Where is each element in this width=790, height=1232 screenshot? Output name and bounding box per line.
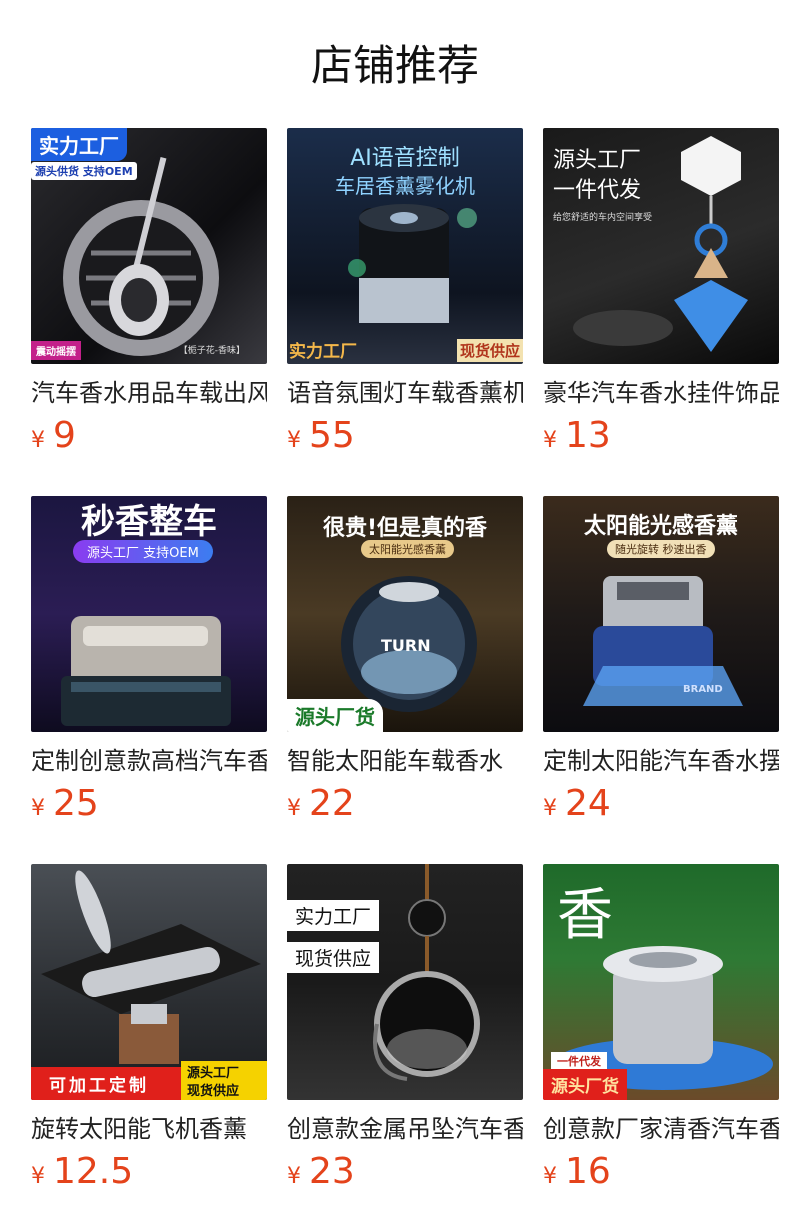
product-price: ¥25 [31, 782, 267, 826]
product-price: ¥12.5 [31, 1150, 267, 1194]
product-image[interactable]: 实力工厂 现货供应 [287, 864, 523, 1100]
currency-symbol: ¥ [31, 428, 45, 453]
headline-glyph: 香 [557, 883, 613, 948]
product-price: ¥22 [287, 782, 523, 826]
currency-symbol: ¥ [543, 428, 557, 453]
product-name[interactable]: 旋转太阳能飞机香薰 [31, 1112, 267, 1146]
product-name[interactable]: 创意款厂家清香汽车香水 [543, 1112, 779, 1146]
price-value: 55 [309, 415, 355, 456]
currency-symbol: ¥ [31, 796, 45, 821]
badge: 可加工定制 [31, 1067, 181, 1100]
product-image[interactable]: 太阳能光感香薰 随光旋转 秒速出香 BRAND [543, 496, 779, 732]
badge: 实力工厂 [287, 900, 380, 931]
badge: 太阳能光感香薰 [361, 540, 454, 558]
caption: 给您舒适的车内空间享受 [553, 213, 653, 223]
badge: 现货供应 [287, 942, 380, 973]
badge: 现货供应 [456, 339, 523, 362]
headline: 太阳能光感香薰 [583, 514, 738, 539]
product-price: ¥13 [543, 414, 779, 458]
product-name[interactable]: 定制创意款高档汽车香水 [31, 744, 267, 778]
currency-symbol: ¥ [287, 796, 301, 821]
badge: 一件代发 [551, 1052, 607, 1070]
product-price: ¥16 [543, 1150, 779, 1194]
badge: 现货供应 [181, 1079, 267, 1100]
product-card[interactable]: 实力工厂 现货供应 创意款金属吊坠汽车香水 ¥23 [287, 864, 523, 1232]
product-grid: 实力工厂 源头供货 支持OEM 震动摇摆 【栀子花-香味】 汽车香水用品车载出风… [31, 128, 779, 1232]
brand-label: BRAND [683, 684, 723, 695]
badge: 源头厂货 [287, 699, 383, 732]
product-card[interactable]: 香 一件代发 源头厂货 创意款厂家清香汽车香水 ¥16 [543, 864, 779, 1232]
product-card[interactable]: 秒香整车 源头工厂 支持OEM 定制创意款高档汽车香水 ¥25 [31, 496, 267, 864]
product-card[interactable]: 源头工厂 一件代发 给您舒适的车内空间享受 豪华汽车香水挂件饰品 ¥13 [543, 128, 779, 496]
product-name[interactable]: 智能太阳能车载香水 [287, 744, 523, 778]
currency-symbol: ¥ [31, 1164, 45, 1189]
badge: 实力工厂 [31, 128, 127, 161]
scent-label: 【栀子花-香味】 [178, 346, 245, 356]
headline: AI语音控制 [350, 146, 460, 171]
currency-symbol: ¥ [287, 428, 301, 453]
badge: 实力工厂 [289, 342, 357, 362]
currency-symbol: ¥ [287, 1164, 301, 1189]
product-image[interactable]: 秒香整车 源头工厂 支持OEM [31, 496, 267, 732]
subheadline: 车居香薰雾化机 [335, 174, 475, 198]
badge: 源头供货 支持OEM [31, 162, 137, 180]
product-price: ¥24 [543, 782, 779, 826]
price-value: 13 [565, 415, 611, 456]
product-name[interactable]: 创意款金属吊坠汽车香水 [287, 1112, 523, 1146]
badge: 源头工厂 支持OEM [73, 540, 213, 563]
product-image[interactable]: 很贵!但是真的香 太阳能光感香薰 TURN 源头厂货 [287, 496, 523, 732]
product-image[interactable]: AI语音控制 车居香薰雾化机 实力工厂 现货供应 [287, 128, 523, 364]
badge: 随光旋转 秒速出香 [607, 540, 715, 558]
product-card[interactable]: 实力工厂 源头供货 支持OEM 震动摇摆 【栀子花-香味】 汽车香水用品车载出风… [31, 128, 267, 496]
badge: 震动摇摆 [31, 341, 81, 360]
subheadline: 一件代发 [553, 178, 642, 203]
headline: 秒香整车 [81, 502, 217, 542]
headline: 很贵!但是真的香 [322, 516, 488, 541]
price-value: 12.5 [53, 1151, 134, 1192]
product-price: ¥9 [31, 414, 267, 458]
badge: 源头厂货 [543, 1069, 627, 1100]
price-value: 22 [309, 783, 355, 824]
currency-symbol: ¥ [543, 1164, 557, 1189]
product-name[interactable]: 语音氛围灯车载香薰机 [287, 376, 523, 410]
brand-logo: TURN [381, 636, 431, 655]
product-image[interactable]: 香 一件代发 源头厂货 [543, 864, 779, 1100]
price-value: 25 [53, 783, 99, 824]
page-title: 店铺推荐 [310, 41, 479, 90]
product-image[interactable]: 实力工厂 源头供货 支持OEM 震动摇摆 【栀子花-香味】 [31, 128, 267, 364]
product-price: ¥23 [287, 1150, 523, 1194]
product-image[interactable]: 可加工定制 源头工厂 现货供应 [31, 864, 267, 1100]
product-name[interactable]: 定制太阳能汽车香水摆件 [543, 744, 779, 778]
price-value: 24 [565, 783, 611, 824]
product-name[interactable]: 汽车香水用品车载出风口香薰 [31, 376, 267, 410]
product-card[interactable]: 很贵!但是真的香 太阳能光感香薰 TURN 源头厂货 智能太阳能车载香水 ¥22 [287, 496, 523, 864]
price-value: 9 [53, 415, 76, 456]
product-card[interactable]: AI语音控制 车居香薰雾化机 实力工厂 现货供应 语音氛围灯车载香薰机 ¥55 [287, 128, 523, 496]
product-card[interactable]: 太阳能光感香薰 随光旋转 秒速出香 BRAND 定制太阳能汽车香水摆件 ¥24 [543, 496, 779, 864]
product-name[interactable]: 豪华汽车香水挂件饰品 [543, 376, 779, 410]
product-card[interactable]: 可加工定制 源头工厂 现货供应 旋转太阳能飞机香薰 ¥12.5 [31, 864, 267, 1232]
price-value: 23 [309, 1151, 355, 1192]
price-value: 16 [565, 1151, 611, 1192]
product-image[interactable]: 源头工厂 一件代发 给您舒适的车内空间享受 [543, 128, 779, 364]
headline: 源头工厂 [553, 148, 642, 173]
product-price: ¥55 [287, 414, 523, 458]
currency-symbol: ¥ [543, 796, 557, 821]
